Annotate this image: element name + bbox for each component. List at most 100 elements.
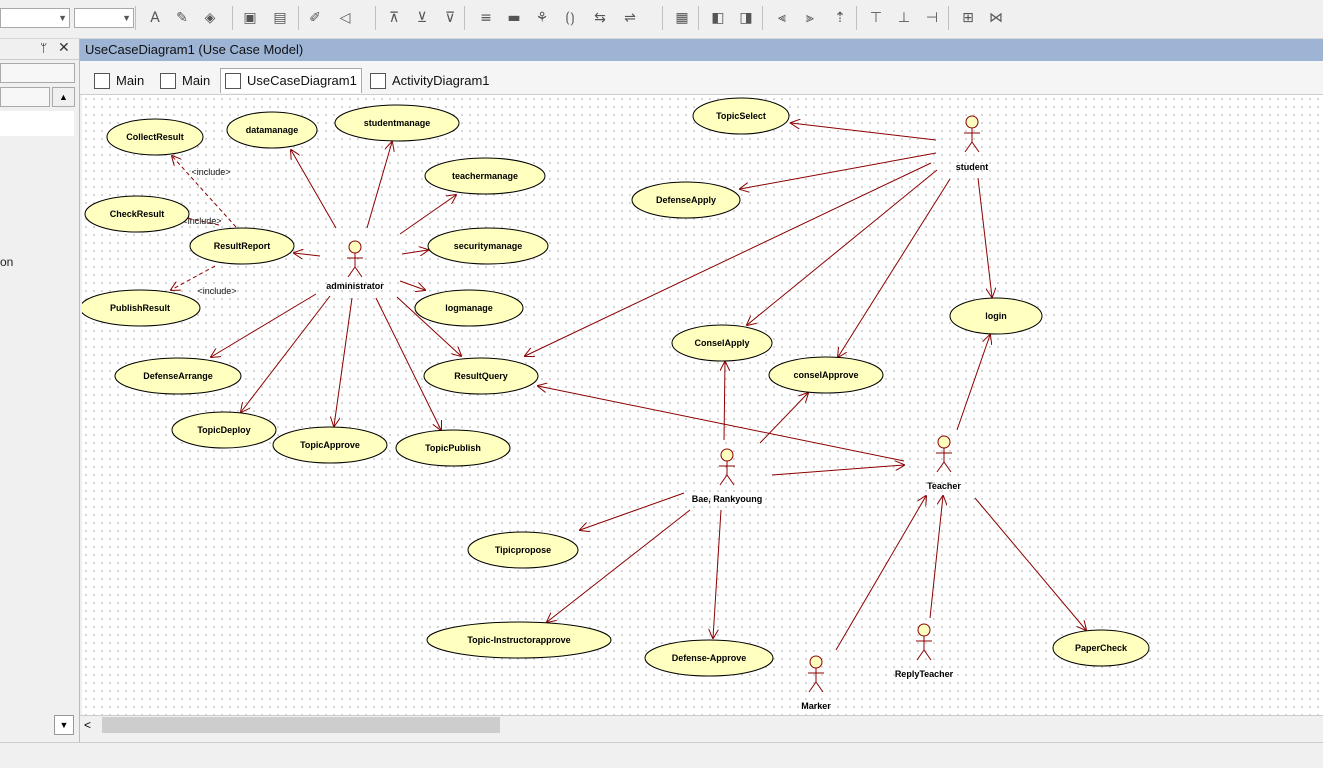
scroll-down-button[interactable]: ▼ <box>54 715 74 735</box>
usecase-publishresult[interactable]: PublishResult <box>82 289 201 327</box>
usecase-datamanage[interactable]: datamanage <box>226 111 318 149</box>
assoc-admin-topicapprove[interactable] <box>334 297 353 426</box>
usecase-conselapprove[interactable]: conselApprove <box>768 356 884 394</box>
border-icon[interactable]: ▣ <box>240 7 260 29</box>
send-back-icon[interactable]: ◨ <box>736 7 756 29</box>
font-size-combo[interactable]: ▼ <box>74 8 134 28</box>
horizontal-scrollbar[interactable]: < <box>80 715 1323 736</box>
align-center-icon[interactable]: ⫸ <box>800 7 820 29</box>
paint-icon[interactable]: ⚘ <box>532 7 552 29</box>
assoc-admin-defensearrange[interactable] <box>211 293 317 357</box>
assoc-bae-teacher[interactable] <box>771 465 904 476</box>
actor-limb <box>808 681 817 693</box>
align-right-icon[interactable]: ⇡ <box>830 7 850 29</box>
same-height-icon[interactable]: ⋈ <box>986 7 1006 29</box>
actor-marker[interactable]: Marker <box>801 655 831 711</box>
align-middle-icon[interactable]: ⊻ <box>412 7 432 29</box>
assoc-bae-topicinstructor[interactable] <box>547 509 691 622</box>
actor-replyteacher[interactable]: ReplyTeacher <box>895 623 954 679</box>
assoc-admin-topicdeploy[interactable] <box>241 295 331 412</box>
assoc-bae-tipicpropose[interactable] <box>580 492 685 530</box>
assoc-bae-conselapprove[interactable] <box>759 393 808 444</box>
assoc-student-conselapply[interactable] <box>747 169 938 325</box>
line-style-icon[interactable]: ▤ <box>270 7 290 29</box>
pen-icon[interactable]: ✎ <box>172 7 192 29</box>
same-width-icon[interactable]: ⊞ <box>958 7 978 29</box>
scroll-up-button[interactable]: ▲ <box>52 87 75 107</box>
usecase-studentmanage[interactable]: studentmanage <box>334 104 460 142</box>
assoc-student-login[interactable] <box>977 177 992 297</box>
usecase-topicapprove[interactable]: TopicApprove <box>272 426 388 464</box>
assoc-student-topicselect[interactable] <box>791 123 937 141</box>
usecase-topicpublish[interactable]: TopicPublish <box>395 429 511 467</box>
assoc-replyteacher-teacher[interactable] <box>929 496 943 619</box>
assoc-admin-logmanage[interactable] <box>399 280 425 290</box>
dist-top-icon[interactable]: ⊤ <box>866 7 886 29</box>
wrap-icon[interactable]: ≡ <box>476 7 496 29</box>
actor-student[interactable]: student <box>956 115 989 172</box>
actor-teacher[interactable]: Teacher <box>927 435 961 491</box>
align-bottom-icon[interactable]: ⊽ <box>440 7 460 29</box>
align-top-icon[interactable]: ⊼ <box>384 7 404 29</box>
align-left-icon[interactable]: ⫷ <box>772 7 792 29</box>
usecase-defenseapprove[interactable]: Defense-Approve <box>644 639 774 677</box>
usecase-resultreport[interactable]: ResultReport <box>189 227 295 265</box>
actor-administrator[interactable]: administrator <box>326 240 384 291</box>
font-color-icon[interactable]: A <box>145 7 165 29</box>
usecase-topicselect[interactable]: TopicSelect <box>692 97 790 135</box>
usecase-collectresult[interactable]: CollectResult <box>106 118 204 156</box>
tab-usecasediagram1[interactable]: UseCaseDiagram1 <box>220 68 362 93</box>
usecase-conselapply[interactable]: ConselApply <box>671 324 773 362</box>
layout-icon[interactable]: ▦ <box>672 7 692 29</box>
arrange-icon[interactable]: ◁ <box>335 7 355 29</box>
pin-icon[interactable]: ᛘ <box>40 41 47 55</box>
close-icon[interactable]: ✕ <box>58 39 70 56</box>
assoc-admin-studentmanage[interactable] <box>366 142 392 229</box>
actor-bae[interactable]: Bae, Rankyoung <box>692 448 763 504</box>
assoc-student-defenseapply[interactable] <box>740 152 937 189</box>
usecase-logmanage[interactable]: logmanage <box>414 289 524 327</box>
dist-center-icon[interactable]: ⊥ <box>894 7 914 29</box>
assoc-admin-securitymanage[interactable] <box>401 250 428 254</box>
sort-icon[interactable]: ⇆ <box>590 7 610 29</box>
assoc-teacher-papercheck[interactable] <box>974 497 1086 630</box>
assoc-marker-teacher[interactable] <box>835 496 926 651</box>
bracket-icon[interactable]: ⟮⟯ <box>560 7 580 29</box>
usecase-resultquery[interactable]: ResultQuery <box>423 357 539 395</box>
left-panel-field[interactable] <box>0 87 50 107</box>
scroll-left-icon[interactable]: < <box>84 718 91 732</box>
usecase-securitymanage[interactable]: securitymanage <box>427 227 549 265</box>
left-panel-list[interactable] <box>0 111 74 136</box>
diagram-canvas[interactable]: <include> <include> <include> CollectResult… <box>82 95 1323 715</box>
usecase-papercheck[interactable]: PaperCheck <box>1052 629 1150 667</box>
assoc-admin-datamanage[interactable] <box>291 150 337 229</box>
usecase-login[interactable]: login <box>949 297 1043 335</box>
usecase-tipicpropose[interactable]: Tipicpropose <box>467 531 579 569</box>
assoc-admin-teachermanage[interactable] <box>399 195 456 235</box>
usecase-defensearrange[interactable]: DefenseArrange <box>114 357 242 395</box>
usecase-topicinstructor[interactable]: Topic-Instructorapprove <box>426 621 612 659</box>
fill-icon[interactable]: ◈ <box>200 7 220 29</box>
dist-bottom-icon[interactable]: ⊣ <box>922 7 942 29</box>
assoc-bae-conselapply[interactable] <box>724 362 725 441</box>
usecase-defenseapply[interactable]: DefenseApply <box>631 181 741 219</box>
assoc-teacher-resultquery[interactable] <box>538 386 905 462</box>
scrollbar-thumb[interactable] <box>102 717 500 733</box>
tab-main-1[interactable]: Main <box>94 69 144 93</box>
font-name-combo[interactable]: ▼ <box>0 8 70 28</box>
line-color-icon[interactable]: ✐ <box>305 7 325 29</box>
tab-main-2[interactable]: Main <box>160 69 210 93</box>
usecase-topicdeploy[interactable]: TopicDeploy <box>171 411 277 449</box>
tab-activitydiagram1[interactable]: ActivityDiagram1 <box>370 69 490 93</box>
assoc-admin-resultreport[interactable] <box>294 253 321 256</box>
usecase-label: Defense-Approve <box>672 653 747 663</box>
usecase-teachermanage[interactable]: teachermanage <box>424 157 546 195</box>
usecase-label: datamanage <box>246 125 299 135</box>
assoc-bae-defenseapprove[interactable] <box>713 509 722 638</box>
assoc-teacher-login[interactable] <box>956 335 990 431</box>
left-panel-combo[interactable] <box>0 63 75 83</box>
bring-front-icon[interactable]: ◧ <box>708 7 728 29</box>
shape-icon[interactable]: ⇌ <box>620 7 640 29</box>
fill-rect-icon[interactable]: ▬ <box>504 7 524 29</box>
usecase-checkresult[interactable]: CheckResult <box>84 195 190 233</box>
